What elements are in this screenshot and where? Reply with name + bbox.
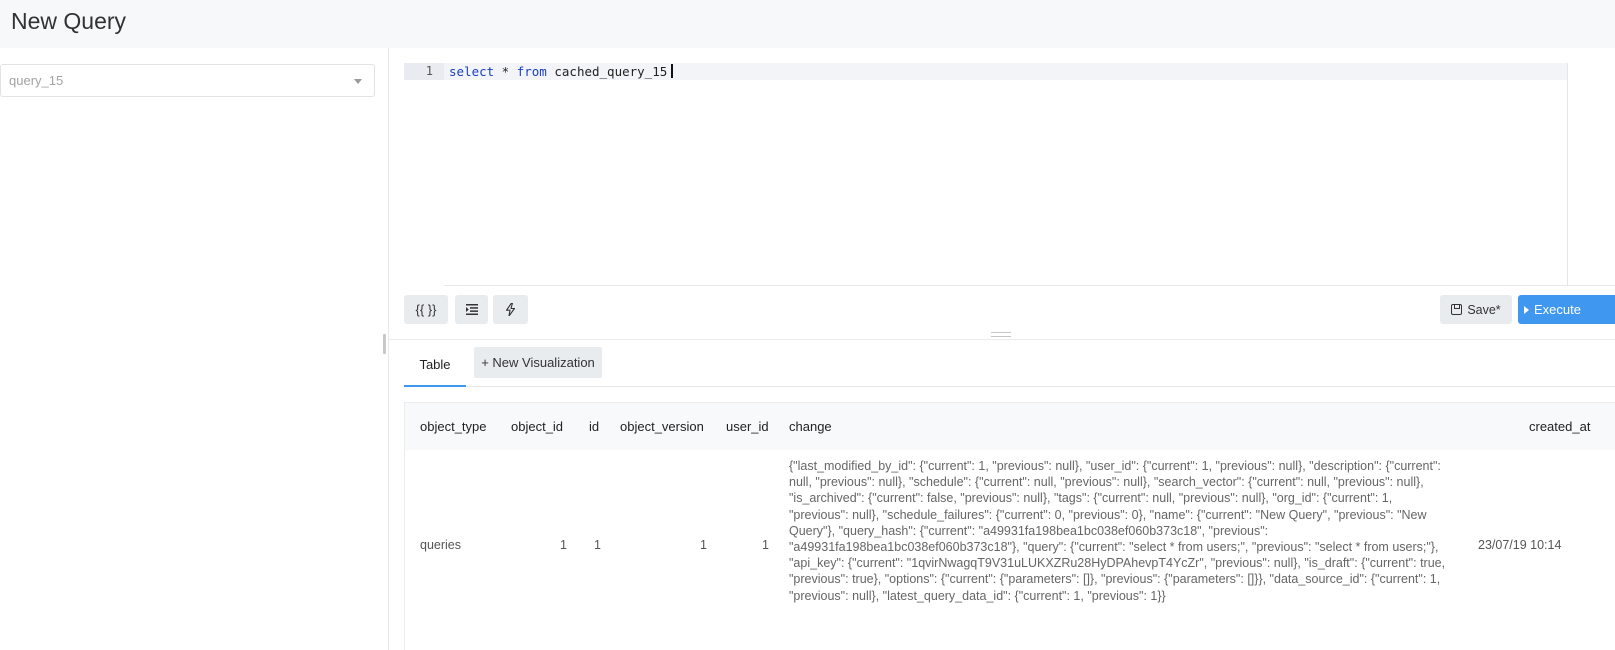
column-header[interactable]: created_at bbox=[1529, 419, 1590, 434]
column-header[interactable]: object_id bbox=[511, 419, 563, 434]
cell-created-at: 23/07/19 10:14 bbox=[1478, 538, 1562, 552]
editor-gutter: 1 bbox=[404, 63, 444, 286]
code-star: * bbox=[494, 64, 517, 79]
query-editor[interactable]: 1 select * from cached_query_15 bbox=[404, 63, 1615, 286]
new-visualization-button[interactable]: + New Visualization bbox=[474, 347, 602, 378]
schema-pane: query_15 bbox=[0, 48, 389, 650]
visualization-tabs: Table + New Visualization bbox=[404, 347, 1615, 387]
cell-object-type: queries bbox=[420, 538, 461, 552]
column-header[interactable]: change bbox=[789, 419, 832, 434]
keyword-from: from bbox=[516, 64, 547, 79]
execute-button[interactable]: Execute bbox=[1518, 295, 1615, 324]
column-header[interactable]: object_type bbox=[420, 419, 487, 434]
play-icon bbox=[1524, 305, 1529, 314]
save-button[interactable]: Save* bbox=[1440, 295, 1512, 324]
column-header[interactable]: user_id bbox=[726, 419, 769, 434]
column-header[interactable]: id bbox=[589, 419, 599, 434]
floppy-disk-icon bbox=[1451, 304, 1463, 315]
data-source-select[interactable]: query_15 bbox=[0, 64, 375, 97]
cell-change: {"last_modified_by_id": {"current": 1, "… bbox=[789, 459, 1446, 603]
editor-scrollbar[interactable] bbox=[1567, 63, 1568, 286]
execute-button-label: Execute bbox=[1534, 302, 1581, 317]
format-query-button[interactable] bbox=[455, 295, 488, 324]
results-table: object_type object_id id object_version … bbox=[404, 402, 1615, 650]
autocomplete-toggle-button[interactable] bbox=[493, 295, 528, 324]
data-source-value: query_15 bbox=[9, 73, 64, 88]
add-parameter-button[interactable]: {{ }} bbox=[404, 295, 448, 324]
page-title[interactable]: New Query bbox=[11, 8, 126, 35]
table-header: object_type object_id id object_version … bbox=[405, 403, 1615, 450]
chevron-down-icon bbox=[354, 79, 362, 84]
code-line[interactable]: select * from cached_query_15 bbox=[449, 64, 674, 79]
lightning-icon bbox=[506, 303, 515, 316]
section-divider bbox=[389, 339, 1615, 340]
cell-user-id: 1 bbox=[762, 538, 769, 552]
cell-object-version: 1 bbox=[700, 538, 707, 552]
pane-resize-handle[interactable] bbox=[383, 334, 386, 354]
keyword-select: select bbox=[449, 64, 495, 79]
page-header: New Query bbox=[0, 0, 1615, 48]
line-number: 1 bbox=[425, 64, 433, 78]
code-table-name: cached_query_15 bbox=[546, 64, 668, 79]
text-cursor bbox=[671, 64, 674, 78]
save-button-label: Save* bbox=[1467, 302, 1501, 317]
indent-icon bbox=[465, 304, 478, 315]
column-header[interactable]: object_version bbox=[620, 419, 704, 434]
parameter-braces-icon: {{ }} bbox=[415, 302, 437, 317]
cell-id: 1 bbox=[594, 538, 601, 552]
tab-table[interactable]: Table bbox=[404, 347, 466, 387]
editor-resize-handle[interactable] bbox=[991, 332, 1011, 337]
cell-object-id: 1 bbox=[560, 538, 567, 552]
